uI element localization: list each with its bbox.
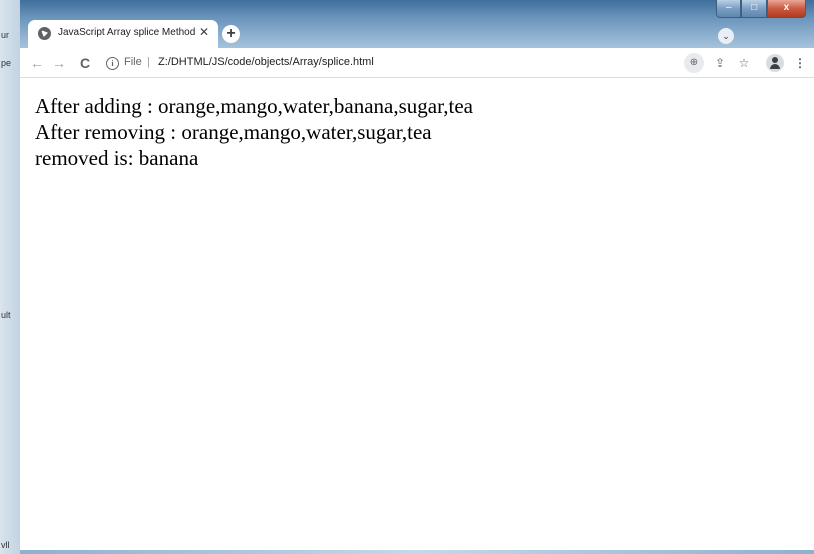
desktop-background: ur pe ult vll JavaScript Array splice Me…	[0, 0, 814, 554]
reload-icon[interactable]: C	[76, 54, 94, 72]
close-window-button[interactable]: x	[766, 0, 806, 18]
window-controls: – □ x	[716, 0, 806, 20]
background-window-edge: ur pe ult vll	[0, 0, 20, 554]
address-bar[interactable]: Z:/DHTML/JS/code/objects/Array/splice.ht…	[158, 56, 374, 68]
back-arrow-icon[interactable]: ←	[28, 54, 46, 72]
browser-toolbar: ← → C i File | Z:/DHTML/JS/code/objects/…	[20, 48, 814, 78]
globe-icon	[38, 27, 51, 40]
bookmark-star-icon[interactable]: ☆	[734, 53, 754, 73]
forward-arrow-icon[interactable]: →	[50, 54, 68, 72]
minimize-button[interactable]: –	[716, 0, 742, 18]
background-window-text: ur	[1, 30, 10, 40]
tab-title: JavaScript Array splice Method	[58, 27, 196, 38]
maximize-button[interactable]: □	[741, 0, 767, 18]
share-icon[interactable]: ⇪	[710, 53, 730, 73]
new-tab-button[interactable]: +	[222, 25, 240, 43]
window-bottom-border	[20, 550, 814, 554]
browser-tab[interactable]: JavaScript Array splice Method ✕	[28, 20, 218, 48]
zoom-icon[interactable]: ⊕	[684, 53, 704, 73]
profile-avatar-icon[interactable]	[766, 54, 784, 72]
menu-kebab-icon[interactable]: ⋮	[790, 53, 810, 73]
background-window-text: vll	[1, 540, 10, 550]
browser-window: JavaScript Array splice Method ✕ + ⌄ – □…	[20, 0, 814, 554]
close-icon[interactable]: ✕	[196, 24, 212, 40]
background-window-text: pe	[1, 58, 12, 68]
page-content: After adding : orange,mango,water,banana…	[20, 78, 814, 550]
output-line-after-adding: After adding : orange,mango,water,banana…	[35, 94, 473, 118]
output-line-after-removing: After removing : orange,mango,water,suga…	[35, 120, 432, 144]
url-separator: |	[147, 56, 150, 68]
info-icon[interactable]: i	[106, 57, 119, 70]
chevron-down-icon[interactable]: ⌄	[718, 28, 734, 44]
url-scheme-label: File	[124, 56, 142, 68]
output-line-removed: removed is: banana	[35, 146, 199, 170]
title-bar: JavaScript Array splice Method ✕ + ⌄ – □…	[20, 0, 814, 48]
background-window-text: ult	[1, 310, 11, 320]
